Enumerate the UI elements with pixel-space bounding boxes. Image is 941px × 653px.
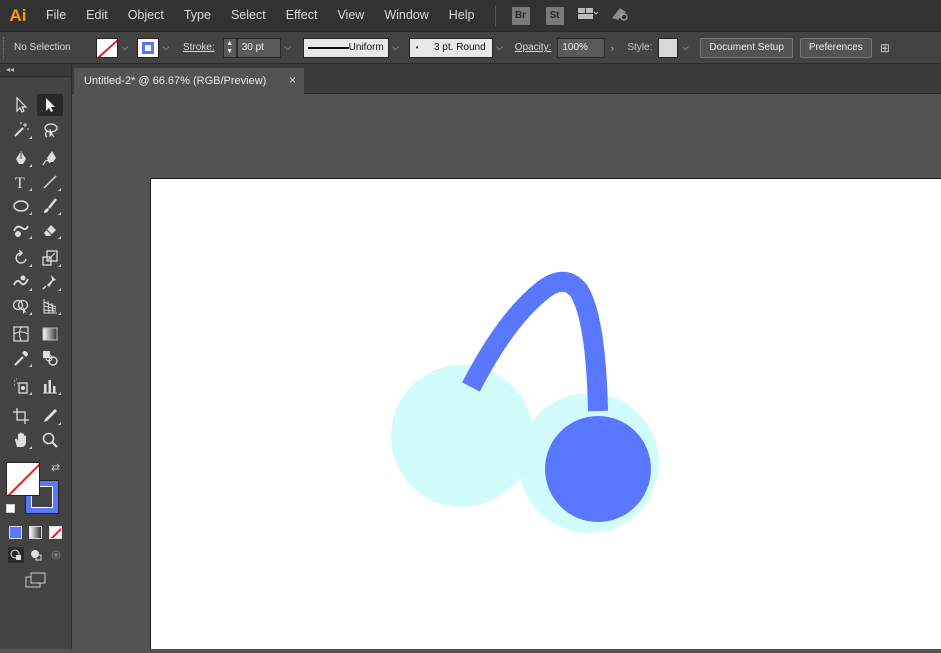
workspace-layout-icon[interactable]: [577, 7, 598, 25]
eyedropper-tool-icon[interactable]: [8, 347, 34, 369]
menu-help[interactable]: Help: [439, 0, 485, 31]
default-fill-stroke-icon[interactable]: [6, 504, 15, 513]
blend-tool-icon[interactable]: [37, 347, 63, 369]
bridge-button[interactable]: Br: [511, 6, 530, 25]
none-mode-button[interactable]: [49, 526, 62, 539]
style-chevron-icon[interactable]: ⌵: [678, 38, 692, 58]
stock-button[interactable]: St: [545, 6, 564, 25]
control-bar: No Selection ⌵ ⌵ Stroke: ▲ ▼ 30 pt ⌵ Unif…: [0, 31, 941, 64]
draw-normal-button[interactable]: [8, 547, 24, 563]
draw-inside-button[interactable]: [48, 547, 64, 563]
preferences-button[interactable]: Preferences: [799, 37, 872, 58]
menu-bar: Ai File Edit Object Type Select Effect V…: [0, 0, 941, 31]
svg-text:T: T: [15, 175, 25, 191]
menu-type[interactable]: Type: [174, 0, 221, 31]
eraser-tool-icon[interactable]: [37, 219, 63, 241]
menu-select[interactable]: Select: [221, 0, 276, 31]
illustrator-logo: Ai: [9, 5, 27, 25]
paintbrush-tool-icon[interactable]: [37, 195, 63, 217]
fill-swatch[interactable]: [96, 37, 118, 58]
curvature-tool-icon[interactable]: [37, 147, 63, 169]
menu-edit[interactable]: Edit: [76, 0, 118, 31]
close-icon[interactable]: ×: [289, 73, 296, 87]
selection-tool-icon[interactable]: [8, 94, 34, 116]
tools-panel: ◂◂ T ⇄: [0, 64, 72, 649]
stroke-label[interactable]: Stroke:: [183, 42, 215, 53]
stroke-weight-stepper[interactable]: ▲ ▼: [222, 37, 237, 58]
width-profile-chevron-icon[interactable]: ⌵: [389, 38, 403, 58]
opacity-label[interactable]: Opacity:: [515, 42, 552, 53]
brush-label: 3 pt. Round: [433, 42, 486, 53]
graphic-style-swatch[interactable]: [658, 37, 679, 58]
rotate-tool-icon[interactable]: [8, 247, 34, 269]
direct-selection-tool-icon[interactable]: [37, 94, 63, 116]
tools-panel-collapse-icon[interactable]: ◂◂: [0, 64, 71, 77]
none-slash-icon: [7, 463, 39, 495]
variable-width-profile[interactable]: Uniform: [302, 37, 389, 58]
opacity-chevron-icon[interactable]: ›: [605, 38, 619, 58]
stroke-weight-chevron-icon[interactable]: ⌵: [281, 38, 295, 58]
menu-file[interactable]: File: [36, 0, 76, 31]
brush-definition[interactable]: • 3 pt. Round: [408, 37, 493, 58]
menu-window[interactable]: Window: [374, 0, 438, 31]
gradient-mode-button[interactable]: [29, 526, 42, 539]
menu-object[interactable]: Object: [118, 0, 174, 31]
magic-wand-tool-icon[interactable]: [8, 119, 34, 141]
ellipse-tool-icon[interactable]: [8, 195, 34, 217]
document-tab-title: Untitled-2* @ 66.67% (RGB/Preview): [84, 75, 267, 87]
gradient-tool-icon[interactable]: [37, 323, 63, 345]
perspective-grid-tool-icon[interactable]: [37, 295, 63, 317]
menu-divider: [494, 5, 496, 26]
zoom-tool-icon[interactable]: [37, 429, 63, 451]
none-slash-icon: [50, 527, 61, 538]
fill-dropdown-chevron-icon[interactable]: ⌵: [118, 38, 132, 58]
style-label: Style:: [627, 42, 653, 53]
slice-tool-icon[interactable]: [37, 405, 63, 427]
shape-builder-tool-icon[interactable]: [8, 295, 34, 317]
stroke-weight-input[interactable]: 30 pt: [236, 37, 281, 58]
line-segment-tool-icon[interactable]: [37, 171, 63, 193]
artboard[interactable]: [150, 178, 941, 649]
color-mode-button[interactable]: [9, 526, 22, 539]
hand-tool-icon[interactable]: [8, 429, 34, 451]
brush-chevron-icon[interactable]: ⌵: [493, 38, 507, 58]
shaper-tool-icon[interactable]: [8, 219, 34, 241]
mesh-tool-icon[interactable]: [8, 323, 34, 345]
width-profile-label: Uniform: [348, 42, 384, 53]
symbol-sprayer-tool-icon[interactable]: [8, 375, 34, 397]
document-tab-bar: Untitled-2* @ 66.67% (RGB/Preview) ×: [72, 64, 941, 94]
opacity-input[interactable]: 100%: [557, 37, 606, 58]
screen-mode-icon[interactable]: [24, 571, 48, 589]
scale-tool-icon[interactable]: [37, 247, 63, 269]
warp-tool-icon[interactable]: [8, 271, 34, 293]
pen-tool-icon[interactable]: [8, 147, 34, 169]
type-tool-icon[interactable]: T: [8, 171, 34, 193]
cherry-right-dark[interactable]: [545, 416, 651, 522]
document-setup-button[interactable]: Document Setup: [700, 37, 793, 58]
column-graph-tool-icon[interactable]: [37, 375, 63, 397]
lasso-tool-icon[interactable]: [37, 119, 63, 141]
draw-behind-button[interactable]: [28, 547, 44, 563]
cherry-left-light[interactable]: [391, 365, 533, 507]
brush-dot-icon: •: [415, 43, 419, 52]
canvas-area[interactable]: [72, 94, 941, 649]
swap-fill-stroke-icon[interactable]: ⇄: [51, 461, 60, 474]
artboard-tool-icon[interactable]: [8, 405, 34, 427]
puppet-warp-tool-icon[interactable]: [37, 271, 63, 293]
fill-none-swatch[interactable]: [6, 462, 40, 496]
width-profile-line-icon: [307, 46, 349, 49]
menu-effect[interactable]: Effect: [276, 0, 328, 31]
document-tab[interactable]: Untitled-2* @ 66.67% (RGB/Preview) ×: [74, 68, 304, 94]
menu-view[interactable]: View: [327, 0, 374, 31]
stroke-color-icon: [142, 41, 154, 54]
selection-status: No Selection: [14, 42, 71, 53]
gpu-performance-icon[interactable]: [610, 6, 630, 26]
artwork: [391, 271, 659, 533]
align-icon[interactable]: ⊞: [880, 41, 890, 55]
control-bar-grip[interactable]: [3, 36, 9, 59]
stroke-swatch[interactable]: [137, 37, 159, 58]
stroke-dropdown-chevron-icon[interactable]: ⌵: [159, 38, 173, 58]
